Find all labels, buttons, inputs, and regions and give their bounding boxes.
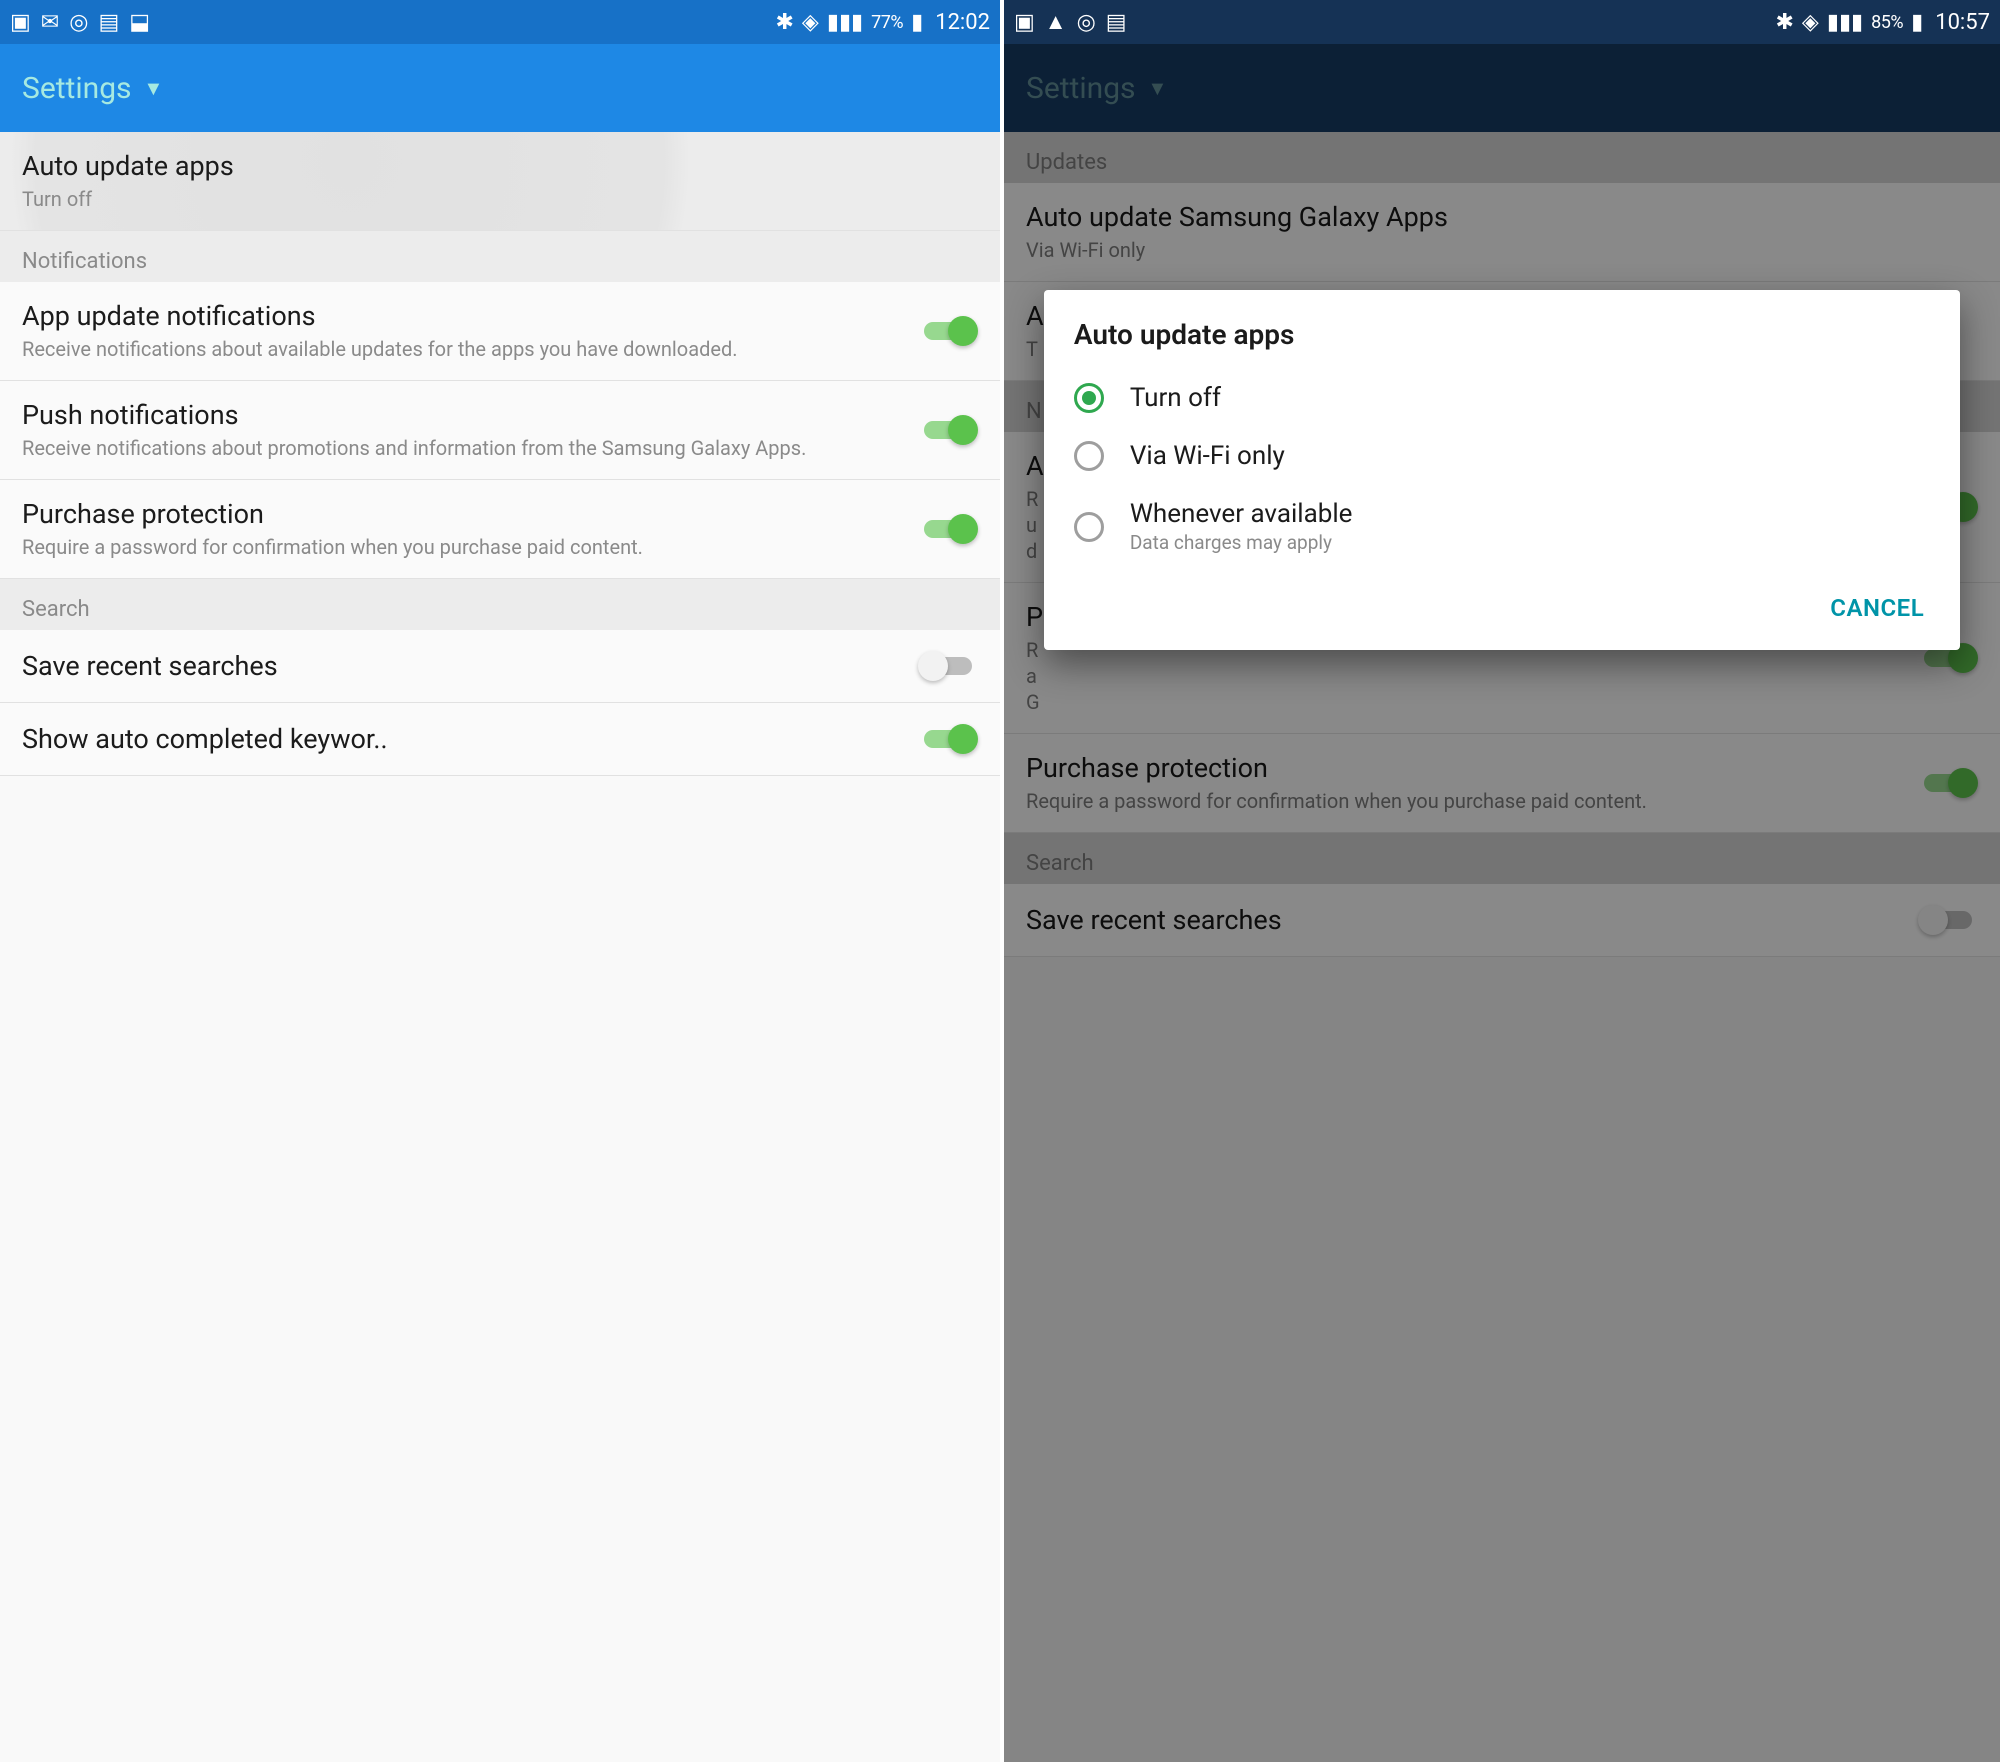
cancel-button[interactable]: CANCEL — [1824, 584, 1930, 632]
sim-icon: ▤ — [98, 9, 119, 35]
row-title: Purchase protection — [22, 498, 906, 530]
toggle-save-recent-searches[interactable] — [918, 648, 978, 684]
shazam-icon: ◎ — [69, 9, 88, 35]
row-title: App update notifications — [22, 300, 906, 332]
battery-icon: ▮ — [911, 9, 923, 35]
option-whenever-available[interactable]: Whenever available Data charges may appl… — [1074, 485, 1930, 568]
app-bar[interactable]: Settings ▼ — [0, 44, 1000, 132]
signal-icon: ▮▮▮ — [1827, 9, 1863, 35]
section-notifications: Notifications — [0, 231, 1000, 282]
status-bar: ▣ ✉ ◎ ▤ ⬓ ✱ ◈ ▮▮▮ 77% ▮ 12:02 — [0, 0, 1000, 44]
toggle-purchase-protection[interactable] — [918, 511, 978, 547]
battery-icon: ▮ — [1911, 9, 1923, 35]
sim-icon: ▤ — [1106, 9, 1127, 35]
radio-icon — [1074, 512, 1104, 542]
row-show-auto-completed-keywords[interactable]: Show auto completed keywor.. — [0, 703, 1000, 776]
chevron-down-icon: ▼ — [144, 76, 164, 101]
bluetooth-icon: ✱ — [1775, 9, 1793, 35]
section-search: Search — [0, 579, 1000, 630]
store-icon: ⬓ — [129, 9, 150, 35]
row-title: Save recent searches — [22, 650, 906, 682]
shazam-icon: ◎ — [1077, 9, 1096, 35]
status-bar: ▣ ▲ ◎ ▤ ✱ ◈ ▮▮▮ 85% ▮ 10:57 — [1004, 0, 2000, 44]
clock: 10:57 — [1935, 10, 1990, 35]
dialog-title: Auto update apps — [1074, 318, 1930, 351]
option-label: Whenever available — [1130, 499, 1353, 529]
signal-icon: ▮▮▮ — [827, 9, 863, 35]
warning-icon: ▲ — [1045, 9, 1067, 35]
option-via-wifi-only[interactable]: Via Wi-Fi only — [1074, 427, 1930, 485]
row-title: Push notifications — [22, 399, 906, 431]
option-label: Via Wi-Fi only — [1130, 441, 1285, 471]
row-subtitle: Turn off — [22, 186, 966, 212]
option-label: Turn off — [1130, 383, 1221, 413]
screen-right: ▣ ▲ ◎ ▤ ✱ ◈ ▮▮▮ 85% ▮ 10:57 Settings ▼ U… — [1000, 0, 2000, 1762]
row-title: Auto update apps — [22, 150, 966, 182]
row-push-notifications[interactable]: Push notifications Receive notifications… — [0, 381, 1000, 480]
image-icon: ▣ — [10, 9, 31, 35]
radio-icon — [1074, 441, 1104, 471]
battery-percent: 85% — [1871, 12, 1903, 33]
row-save-recent-searches[interactable]: Save recent searches — [0, 630, 1000, 703]
clock: 12:02 — [935, 10, 990, 35]
row-app-update-notifications[interactable]: App update notifications Receive notific… — [0, 282, 1000, 381]
dialog-auto-update-apps: Auto update apps Turn off Via Wi-Fi only… — [1044, 290, 1960, 650]
image-icon: ▣ — [1014, 9, 1035, 35]
settings-list: Auto update apps Turn off Notifications … — [0, 132, 1000, 1762]
mail-icon: ✉ — [41, 9, 59, 35]
row-title: Show auto completed keywor.. — [22, 723, 906, 755]
toggle-push-notifications[interactable] — [918, 412, 978, 448]
radio-icon — [1074, 383, 1104, 413]
option-sublabel: Data charges may apply — [1130, 531, 1353, 554]
row-subtitle: Receive notifications about promotions a… — [22, 435, 906, 461]
row-subtitle: Receive notifications about available up… — [22, 336, 906, 362]
row-subtitle: Require a password for confirmation when… — [22, 534, 906, 560]
toggle-auto-completed-keywords[interactable] — [918, 721, 978, 757]
screen-left: ▣ ✉ ◎ ▤ ⬓ ✱ ◈ ▮▮▮ 77% ▮ 12:02 Settings ▼… — [0, 0, 1000, 1762]
option-turn-off[interactable]: Turn off — [1074, 369, 1930, 427]
battery-percent: 77% — [871, 12, 903, 33]
bluetooth-icon: ✱ — [775, 9, 793, 35]
row-auto-update-apps[interactable]: Auto update apps Turn off — [0, 132, 1000, 231]
wifi-icon: ◈ — [1802, 9, 1819, 35]
appbar-title: Settings — [22, 71, 132, 106]
toggle-app-update-notifications[interactable] — [918, 313, 978, 349]
wifi-icon: ◈ — [802, 9, 819, 35]
row-purchase-protection[interactable]: Purchase protection Require a password f… — [0, 480, 1000, 579]
